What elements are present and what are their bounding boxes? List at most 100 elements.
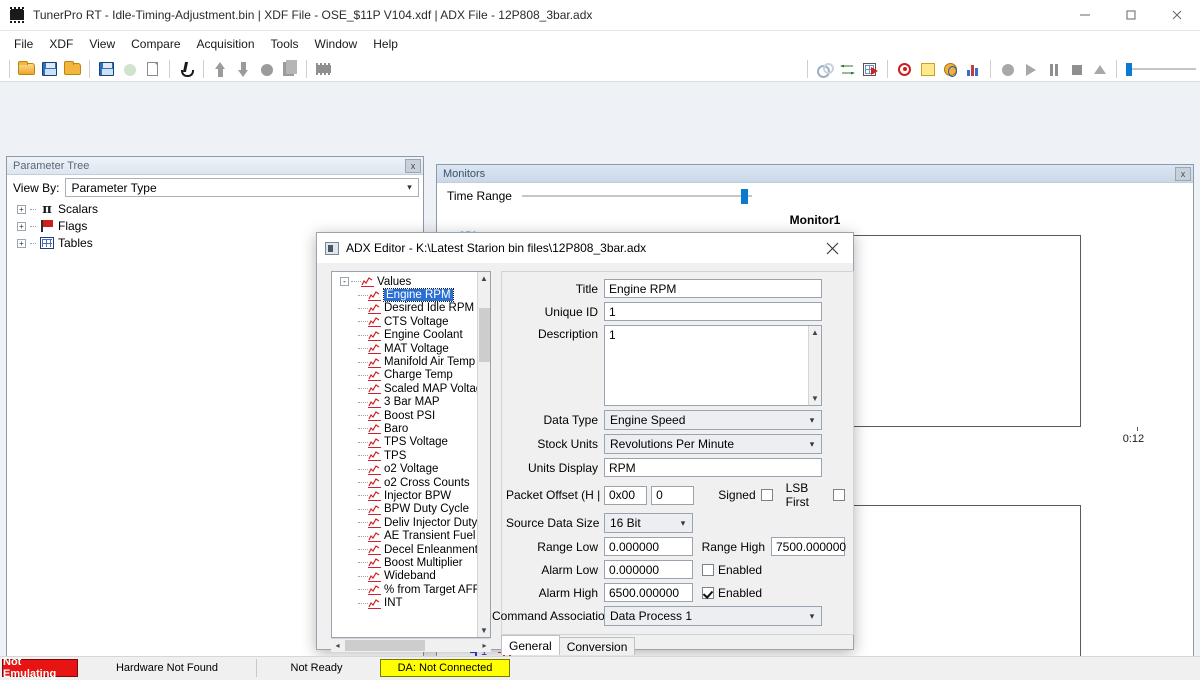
scroll-up-icon[interactable]: ▲ xyxy=(809,326,821,339)
save-disk-icon[interactable] xyxy=(39,59,60,79)
values-tree-item[interactable]: Injector BPW xyxy=(332,489,490,502)
values-tree-item[interactable]: BPW Duty Cycle xyxy=(332,503,490,516)
maximize-button[interactable] xyxy=(1108,0,1154,31)
values-tree-item[interactable]: o2 Voltage xyxy=(332,462,490,475)
record-target-icon[interactable] xyxy=(894,59,915,79)
menu-window[interactable]: Window xyxy=(307,34,366,54)
description-scrollbar[interactable]: ▲ ▼ xyxy=(808,326,821,405)
command-association-select[interactable]: Data Process 1 ▾ xyxy=(604,606,822,626)
title-input[interactable]: Engine RPM xyxy=(604,279,822,298)
scroll-down-icon[interactable]: ▼ xyxy=(809,392,821,405)
description-textarea[interactable]: 1 ▲ ▼ xyxy=(604,325,822,406)
hscrollbar-thumb[interactable] xyxy=(345,640,425,651)
globe-icon[interactable] xyxy=(940,59,961,79)
menu-compare[interactable]: Compare xyxy=(123,34,188,54)
chip-small-icon[interactable] xyxy=(313,59,334,79)
alarm-high-enabled-checkbox[interactable] xyxy=(702,586,714,599)
unique-id-input[interactable]: 1 xyxy=(604,302,822,321)
tree-node-scalars[interactable]: + π Scalars xyxy=(17,202,423,217)
tree-node-flags[interactable]: + Flags xyxy=(17,219,423,233)
circle-icon[interactable] xyxy=(256,59,277,79)
collapse-icon[interactable]: - xyxy=(340,277,349,287)
record-circle-icon[interactable] xyxy=(997,59,1018,79)
values-tree-item[interactable]: o2 Cross Counts xyxy=(332,476,490,489)
expand-icon[interactable]: + xyxy=(17,238,26,248)
toolbar-slider[interactable] xyxy=(1126,62,1196,76)
values-tree-item[interactable]: Baro xyxy=(332,422,490,435)
scrollbar-thumb[interactable] xyxy=(479,308,490,362)
source-data-size-select[interactable]: 16 Bit ▾ xyxy=(604,513,693,533)
compare-swap-icon[interactable] xyxy=(837,59,858,79)
values-listbox[interactable]: - Values Engine RPM Desired Idle RPM CTS Vol… xyxy=(331,271,491,638)
monitors-close-icon[interactable]: x xyxy=(1175,166,1191,181)
expand-icon[interactable]: + xyxy=(17,221,26,231)
menu-tools[interactable]: Tools xyxy=(263,34,307,54)
values-tree-item[interactable]: Manifold Air Temp xyxy=(332,355,490,368)
tab-general[interactable]: General xyxy=(501,635,560,655)
values-tree-item[interactable]: TPS xyxy=(332,449,490,462)
time-range-slider[interactable] xyxy=(521,188,752,204)
alarm-high-input[interactable]: 6500.000000 xyxy=(604,583,693,602)
menu-help[interactable]: Help xyxy=(365,34,406,54)
alarm-low-input[interactable]: 0.000000 xyxy=(604,560,693,579)
upload-arrow-icon[interactable] xyxy=(210,59,231,79)
values-tree-item[interactable]: Wideband xyxy=(332,570,490,583)
bar-chart-icon[interactable] xyxy=(963,59,984,79)
values-tree-item[interactable]: Boost PSI xyxy=(332,409,490,422)
values-tree-item[interactable]: Scaled MAP Voltage xyxy=(332,382,490,395)
signed-checkbox[interactable] xyxy=(760,489,773,501)
menu-file[interactable]: File xyxy=(6,34,41,54)
packet-offset-hex-input[interactable]: 0x00 xyxy=(604,485,648,505)
values-tree-item[interactable]: AE Transient Fuel xyxy=(332,529,490,542)
scroll-up-icon[interactable]: ▲ xyxy=(478,272,490,285)
values-tree-item[interactable]: TPS Voltage xyxy=(332,436,490,449)
export-grid-icon[interactable] xyxy=(860,59,881,79)
play-icon[interactable] xyxy=(1020,59,1041,79)
load-bin-icon[interactable] xyxy=(96,59,117,79)
values-tree-item[interactable]: CTS Voltage xyxy=(332,315,490,328)
scroll-down-icon[interactable]: ▼ xyxy=(478,624,490,637)
minimize-button[interactable] xyxy=(1062,0,1108,31)
alarm-low-enabled-checkbox[interactable] xyxy=(702,563,714,576)
values-tree-item[interactable]: Decel Enleanment Applied xyxy=(332,543,490,556)
view-by-select[interactable]: Parameter Type ▾ xyxy=(65,178,419,197)
values-tree-item[interactable]: MAT Voltage xyxy=(332,342,490,355)
eject-icon[interactable] xyxy=(1089,59,1110,79)
gears-icon[interactable] xyxy=(814,59,835,79)
stop-icon[interactable] xyxy=(1066,59,1087,79)
open-folder-icon[interactable] xyxy=(16,59,37,79)
values-tree-item[interactable]: Engine RPM xyxy=(332,288,490,303)
values-tree-item[interactable]: % from Target AFR xyxy=(332,583,490,596)
values-tree-item[interactable]: Desired Idle RPM xyxy=(332,302,490,315)
new-page-icon[interactable] xyxy=(142,59,163,79)
hook-tool-icon[interactable] xyxy=(176,59,197,79)
values-tree-item[interactable]: Deliv Injector Duty Cycle xyxy=(332,516,490,529)
values-root-row[interactable]: - Values xyxy=(332,275,490,288)
open-folder-alt-icon[interactable] xyxy=(62,59,83,79)
save-bin-icon[interactable] xyxy=(119,59,140,79)
menu-xdf[interactable]: XDF xyxy=(41,34,81,54)
stock-units-select[interactable]: Revolutions Per Minute ▾ xyxy=(604,434,822,454)
menu-acquisition[interactable]: Acquisition xyxy=(189,34,263,54)
menu-view[interactable]: View xyxy=(81,34,123,54)
parameter-tree-close-icon[interactable]: x xyxy=(405,158,421,173)
scroll-left-icon[interactable]: ◂ xyxy=(331,639,344,652)
range-high-input[interactable]: 7500.000000 xyxy=(771,537,846,556)
pause-icon[interactable] xyxy=(1043,59,1064,79)
lsb-first-checkbox[interactable] xyxy=(833,489,846,501)
tab-conversion[interactable]: Conversion xyxy=(558,637,636,655)
values-tree-item[interactable]: INT xyxy=(332,596,490,609)
close-button[interactable] xyxy=(1154,0,1200,31)
values-horizontal-scrollbar[interactable]: ◂ ▸ xyxy=(331,638,491,652)
copy-pages-icon[interactable] xyxy=(279,59,300,79)
units-display-input[interactable]: RPM xyxy=(604,458,822,477)
dialog-close-button[interactable] xyxy=(811,233,853,263)
values-tree-item[interactable]: Engine Coolant xyxy=(332,329,490,342)
range-low-input[interactable]: 0.000000 xyxy=(604,537,693,556)
values-vertical-scrollbar[interactable]: ▲ ▼ xyxy=(477,272,490,637)
data-type-select[interactable]: Engine Speed ▾ xyxy=(604,410,822,430)
expand-icon[interactable]: + xyxy=(17,204,26,214)
download-arrow-icon[interactable] xyxy=(233,59,254,79)
values-tree-item[interactable]: 3 Bar MAP xyxy=(332,396,490,409)
packet-offset-dec-input[interactable]: 0 xyxy=(651,485,695,505)
